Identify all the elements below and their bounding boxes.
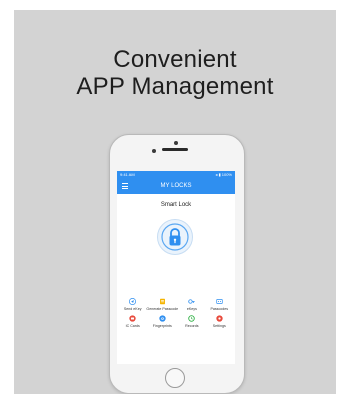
action-fingerprints[interactable]: Fingerprints (146, 315, 178, 328)
passcodes-icon (216, 299, 223, 304)
action-label: Passcodes (210, 307, 229, 311)
fingerprint-icon (159, 315, 166, 323)
passcode-icon (159, 298, 165, 305)
app-bar: MY LOCKS (117, 178, 235, 194)
earpiece-speaker (162, 148, 188, 151)
app-title: MY LOCKS (160, 183, 192, 189)
action-grid: Send eKey Generate Passcode eKeys Passco… (119, 298, 233, 329)
status-bar: 9:41 AM ◂ ▮ 100% (117, 171, 235, 178)
action-passcodes[interactable]: Passcodes (206, 298, 233, 311)
headline-line-2: APP Management (76, 73, 274, 100)
action-label: Generate Passcode (146, 307, 179, 311)
action-records[interactable]: Records (178, 315, 205, 328)
action-label: Settings (212, 324, 226, 329)
headline-line-1: Convenient (113, 46, 237, 73)
phone-screen: 9:41 AM ◂ ▮ 100% MY LOCKS Smart Lock Sen… (117, 171, 235, 364)
padlock-icon (161, 223, 189, 251)
unlock-button[interactable] (157, 219, 193, 255)
lock-name: Smart Lock (160, 202, 192, 208)
action-ic-cards[interactable]: IC Cards (119, 315, 146, 328)
action-settings[interactable]: Settings (206, 315, 233, 328)
status-indicators: ◂ ▮ 100% (215, 172, 232, 177)
front-camera (174, 141, 178, 145)
status-time: 9:41 AM (120, 172, 135, 177)
phone-mockup: 9:41 AM ◂ ▮ 100% MY LOCKS Smart Lock Sen… (109, 134, 245, 394)
settings-icon (216, 315, 223, 323)
records-icon (188, 315, 196, 323)
action-label: IC Cards (125, 324, 140, 329)
action-label: Send eKey (123, 307, 142, 311)
action-ekeys[interactable]: eKeys (178, 298, 205, 311)
promo-panel: Convenient APP Management 9:41 AM ◂ ▮ 10… (14, 10, 336, 394)
action-label: eKeys (186, 307, 197, 311)
action-label: Fingerprints (152, 324, 172, 329)
ic-card-icon (129, 315, 136, 323)
action-label: Records (185, 324, 199, 329)
send-ekey-icon (129, 298, 137, 305)
proximity-sensor (152, 149, 156, 153)
action-send-ekey[interactable]: Send eKey (119, 298, 146, 311)
home-button[interactable] (165, 368, 185, 388)
ekeys-icon (188, 299, 196, 304)
action-generate-passcode[interactable]: Generate Passcode (146, 298, 178, 311)
